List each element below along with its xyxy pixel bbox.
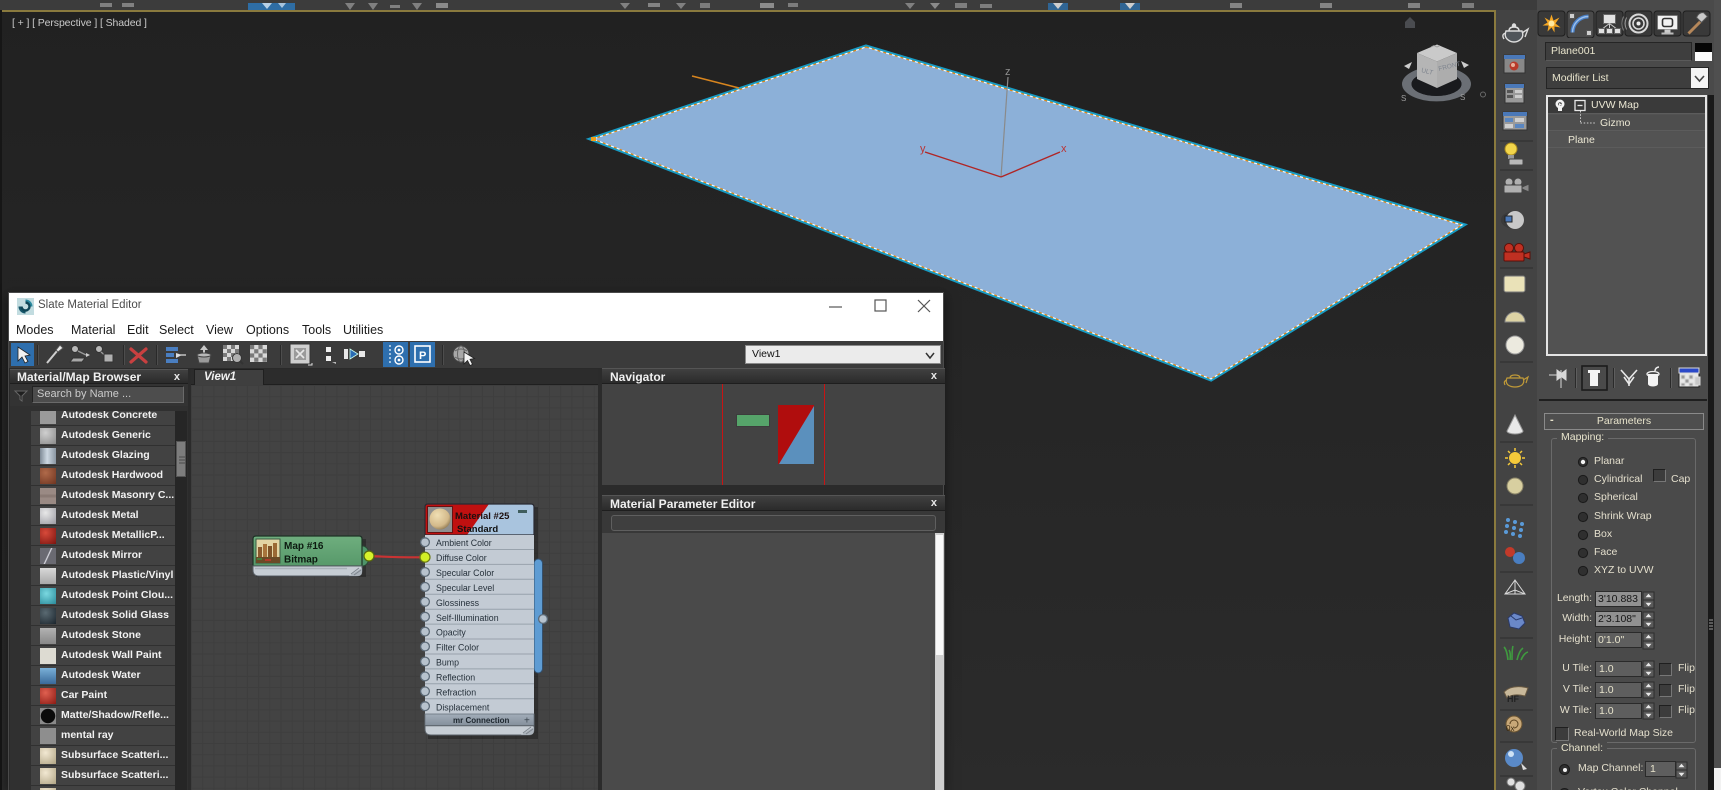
svg-text:mr Connection: mr Connection	[453, 716, 510, 725]
svg-text:Reflection: Reflection	[436, 673, 475, 683]
svg-text:Map #16: Map #16	[284, 541, 324, 552]
svg-text:P: P	[419, 350, 426, 362]
svg-text:HF: HF	[1507, 694, 1519, 704]
svg-text:Opacity: Opacity	[436, 628, 466, 638]
svg-text:Specular Color: Specular Color	[436, 568, 494, 578]
svg-text:Diffuse Color: Diffuse Color	[436, 553, 487, 563]
svg-text:Self-Illumination: Self-Illumination	[436, 613, 499, 623]
svg-text:0x: 0x	[1506, 724, 1514, 733]
svg-text:Material #25: Material #25	[455, 511, 510, 522]
svg-text:Filter Color: Filter Color	[436, 643, 479, 653]
svg-text:z: z	[1005, 66, 1011, 78]
svg-text:+: +	[524, 716, 530, 727]
svg-text:Displacement: Displacement	[436, 703, 490, 713]
svg-text:Bitmap: Bitmap	[284, 555, 318, 566]
svg-text:S: S	[1460, 93, 1465, 102]
svg-text:y: y	[920, 143, 926, 155]
svg-text:Ambient Color: Ambient Color	[436, 538, 492, 548]
svg-text:x: x	[1061, 143, 1067, 155]
svg-text:Glossiness: Glossiness	[436, 598, 480, 608]
svg-text:Bump: Bump	[436, 658, 459, 668]
svg-text:S: S	[1401, 94, 1406, 103]
svg-text:Specular Level: Specular Level	[436, 583, 494, 593]
svg-text:Refraction: Refraction	[436, 688, 476, 698]
svg-text:Standard: Standard	[457, 524, 498, 535]
